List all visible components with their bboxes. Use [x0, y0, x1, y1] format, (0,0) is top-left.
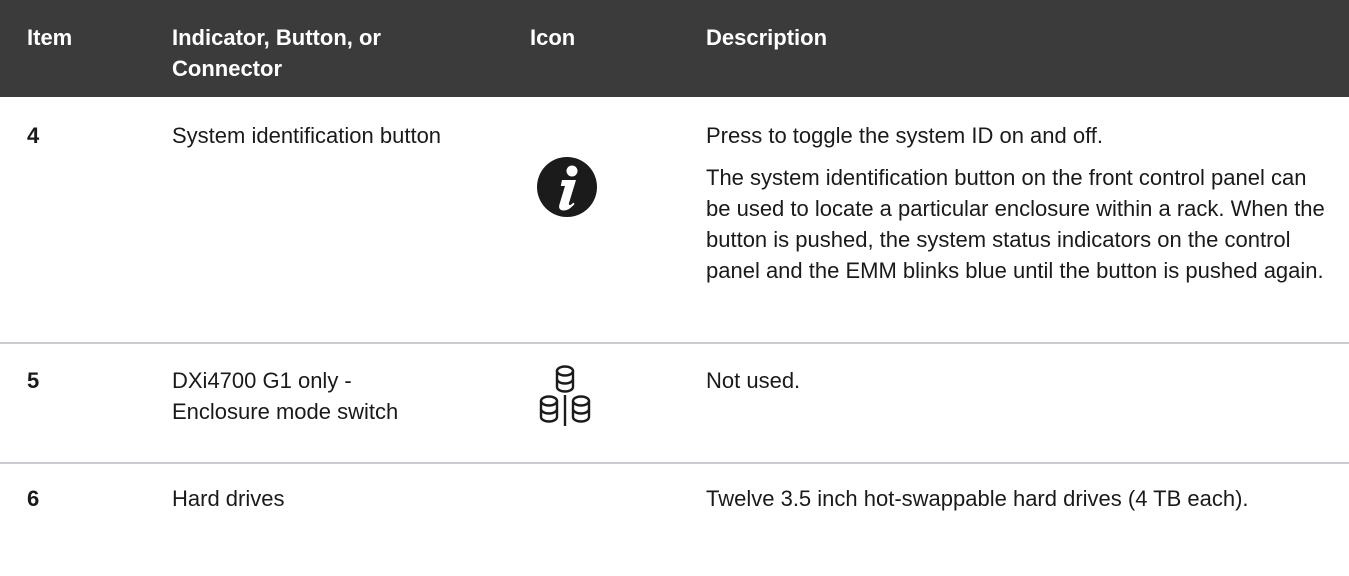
component-table: Item Indicator, Button, or Connector Ico… — [0, 0, 1349, 576]
header-item: Item — [27, 25, 73, 50]
indicator-label: DXi4700 G1 only - Enclosure mode switch — [172, 368, 399, 424]
description-line: Press to toggle the system ID on and off… — [706, 123, 1104, 148]
item-number: 4 — [27, 123, 40, 148]
row-divider — [0, 462, 1349, 464]
item-number: 6 — [27, 486, 40, 511]
description-line: Twelve 3.5 inch hot-swappable hard drive… — [706, 486, 1249, 511]
header-description: Description — [706, 25, 828, 50]
description-paragraph: The system identification button on the … — [706, 165, 1325, 283]
enclosure-mode-switch-icon — [535, 363, 595, 427]
header-icon: Icon — [530, 25, 576, 50]
table-header: Item Indicator, Button, or Connector Ico… — [0, 0, 1349, 97]
description-line: Not used. — [706, 368, 801, 393]
header-indicator: Indicator, Button, or Connector — [172, 25, 381, 81]
row-divider — [0, 342, 1349, 344]
info-icon — [536, 156, 598, 218]
item-number: 5 — [27, 368, 40, 393]
indicator-label: System identification button — [172, 123, 442, 148]
indicator-label: Hard drives — [172, 486, 285, 511]
